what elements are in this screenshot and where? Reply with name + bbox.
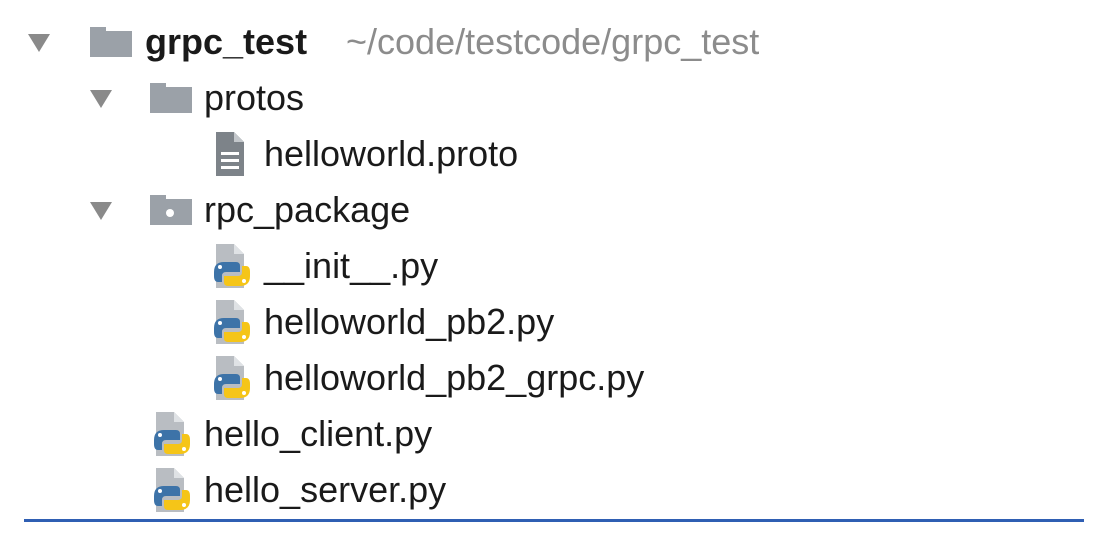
file-label: hello_server.py xyxy=(204,469,447,510)
file-label: helloworld_pb2.py xyxy=(264,301,555,342)
python-file-icon xyxy=(154,412,190,456)
tree-item-hello-client-py[interactable]: hello_client.py xyxy=(24,406,1084,462)
selection-underline xyxy=(24,519,1084,522)
expand-arrow-icon[interactable] xyxy=(28,34,50,52)
expand-arrow-icon[interactable] xyxy=(90,202,112,220)
package-folder-icon xyxy=(150,195,192,225)
tree-item-hello-server-py[interactable]: hello_server.py xyxy=(24,462,1084,518)
project-name: grpc_test xyxy=(145,21,308,62)
tree-item-protos[interactable]: protos xyxy=(24,70,1084,126)
python-file-icon xyxy=(214,244,250,288)
tree-item-helloworld-pb2-py[interactable]: helloworld_pb2.py xyxy=(24,294,1084,350)
file-label: __init__.py xyxy=(264,245,439,286)
tree-item-grpc-test[interactable]: grpc_test ~/code/testcode/grpc_test xyxy=(24,14,1084,70)
python-file-icon xyxy=(214,356,250,400)
expand-arrow-icon[interactable] xyxy=(90,90,112,108)
text-file-icon xyxy=(216,132,244,176)
file-label: helloworld.proto xyxy=(264,133,519,174)
python-file-icon xyxy=(154,468,190,512)
folder-icon xyxy=(150,83,192,113)
file-label: hello_client.py xyxy=(204,413,433,454)
folder-icon xyxy=(90,27,132,57)
project-tree: grpc_test ~/code/testcode/grpc_test prot… xyxy=(24,14,1084,526)
project-path: ~/code/testcode/grpc_test xyxy=(346,21,760,62)
tree-item-helloworld-proto[interactable]: helloworld.proto xyxy=(24,126,1084,182)
file-label: helloworld_pb2_grpc.py xyxy=(264,357,645,398)
python-file-icon xyxy=(214,300,250,344)
folder-label: rpc_package xyxy=(204,189,411,230)
folder-label: protos xyxy=(204,77,305,118)
tree-item-init-py[interactable]: __init__.py xyxy=(24,238,1084,294)
tree-item-helloworld-pb2-grpc-py[interactable]: helloworld_pb2_grpc.py xyxy=(24,350,1084,406)
tree-item-rpc-package[interactable]: rpc_package xyxy=(24,182,1084,238)
